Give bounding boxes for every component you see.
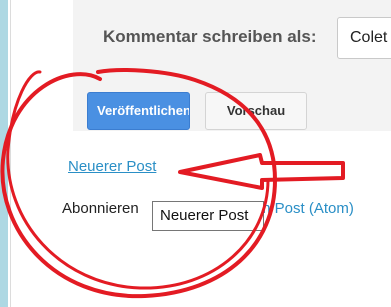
comment-as-label: Kommentar schreiben als: [103, 27, 317, 46]
publish-button[interactable]: Veröffentlichen [87, 92, 190, 130]
newer-post-link[interactable]: Neuerer Post [68, 158, 156, 175]
newer-post-tooltip: Neuerer Post [152, 201, 264, 231]
blog-page: Kommentar schreiben als: Colet Veröffent… [0, 0, 391, 307]
left-rail-divider [10, 0, 11, 307]
preview-button[interactable]: Vorschau [205, 92, 307, 130]
left-rail-stripe [0, 0, 8, 307]
atom-feed-link[interactable]: m Post (Atom) [258, 200, 354, 217]
subscribe-label: Abonnieren [62, 200, 139, 217]
comment-identity-select[interactable]: Colet [337, 17, 391, 59]
annotation-arrow [178, 153, 345, 190]
